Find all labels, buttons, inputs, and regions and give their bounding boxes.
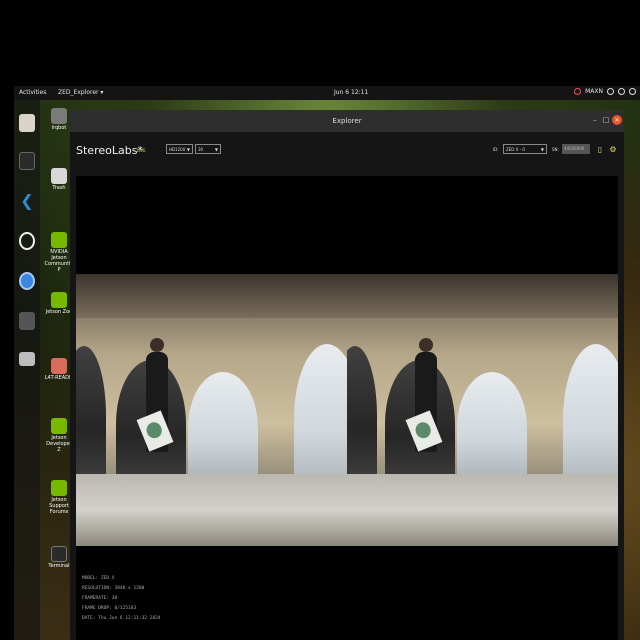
camera-select[interactable]: ZED X - 0 ▼ — [503, 144, 547, 154]
video-viewer: MODEL: ZED X RESOLUTION: 3840 x 1200 FRA… — [76, 176, 618, 640]
floor — [76, 474, 347, 546]
desktop-icon-label: Jetson Support Forums — [49, 497, 69, 515]
chromium-icon[interactable] — [19, 272, 35, 290]
info-model: MODEL: ZED X — [82, 576, 115, 581]
ceiling — [76, 274, 347, 318]
network-icon[interactable] — [607, 88, 614, 95]
chevron-down-icon: ▼ — [540, 147, 544, 152]
terminal-icon[interactable] — [19, 152, 35, 170]
nvidia-icon — [51, 480, 67, 496]
home-folder-icon — [51, 108, 67, 124]
zed-explorer-icon[interactable] — [19, 312, 35, 330]
serial-number-field: 44026000 — [562, 144, 590, 154]
minimize-button[interactable]: – — [590, 115, 600, 125]
explorer-window: Explorer – □ × StereoLabs* LIVE HD1200 ▼… — [70, 110, 624, 640]
nvidia-icon — [51, 232, 67, 248]
terminal-icon — [51, 546, 67, 562]
floor — [347, 474, 618, 546]
app-menu[interactable]: ZED_Explorer ▾ — [58, 89, 103, 96]
power-icon[interactable] — [629, 88, 636, 95]
nvidia-status-icon[interactable] — [574, 88, 582, 95]
camera-value: ZED X - 0 — [506, 147, 525, 152]
person-head — [150, 338, 164, 352]
gear-icon[interactable]: ⚙ — [608, 144, 618, 155]
vscode-icon[interactable]: ❮ — [19, 192, 35, 210]
desktop-icon-label: Terminal — [48, 563, 70, 569]
app-toolbar: StereoLabs* LIVE HD1200 ▼ 30 ▼ ID: ZED X… — [70, 132, 624, 168]
left-camera-frame — [76, 274, 347, 546]
window-titlebar[interactable]: Explorer – □ × — [70, 110, 624, 132]
power-mode[interactable]: MAXN — [585, 88, 603, 95]
desktop-icon-label: Jetson Zoo — [45, 309, 73, 315]
window-title: Explorer — [332, 117, 362, 125]
person-head — [419, 338, 433, 352]
clock[interactable]: Jun 6 12:11 — [334, 89, 368, 96]
files-icon[interactable] — [19, 114, 35, 132]
disk-icon[interactable] — [19, 352, 35, 366]
nvidia-icon — [51, 418, 67, 434]
archway — [563, 344, 618, 494]
sn-label: SN: — [552, 147, 559, 152]
desktop-icon-label: Jetson Developer Z — [46, 435, 72, 453]
live-badge: LIVE — [137, 148, 146, 153]
nvidia-icon — [51, 292, 67, 308]
archway — [294, 344, 347, 494]
brand-logo: StereoLabs* — [76, 144, 143, 157]
camera-info-panel: MODEL: ZED X RESOLUTION: 3840 x 1200 FRA… — [82, 574, 161, 624]
id-label: ID: — [493, 147, 499, 152]
camera-icon[interactable]: ▯ — [595, 144, 605, 155]
fps-value: 30 — [198, 147, 204, 152]
fps-select[interactable]: 30 ▼ — [195, 144, 221, 154]
obs-icon[interactable] — [19, 232, 35, 250]
resolution-value: HD1200 — [169, 147, 186, 152]
top-bar: Activities ZED_Explorer ▾ Jun 6 12:11 MA… — [14, 86, 640, 100]
info-date: DATE: Thu Jun 6 12:11:32 2024 — [82, 616, 161, 621]
desktop-icon-label: Trash — [52, 185, 66, 191]
desktop-icon-label: L4T-READM — [44, 375, 74, 381]
archway — [457, 372, 527, 484]
folder-icon — [51, 358, 67, 374]
activities-button[interactable]: Activities — [19, 89, 46, 96]
trash-icon — [51, 168, 67, 184]
maximize-button[interactable]: □ — [601, 115, 611, 125]
stereo-video-feed — [76, 274, 618, 546]
info-framerate: FRAMERATE: 30 — [82, 596, 118, 601]
desktop-icon-label: lrqbot — [51, 125, 67, 131]
ceiling — [347, 274, 618, 318]
info-resolution: RESOLUTION: 3840 x 1200 — [82, 586, 145, 591]
chevron-down-icon: ▼ — [214, 147, 218, 152]
archway — [76, 346, 106, 486]
info-frame-drop: FRAME DROP: 0/125183 — [82, 606, 137, 611]
close-button[interactable]: × — [612, 115, 622, 125]
resolution-select[interactable]: HD1200 ▼ — [166, 144, 193, 154]
system-tray[interactable]: MAXN — [574, 88, 636, 95]
desktop-screen: Activities ZED_Explorer ▾ Jun 6 12:11 MA… — [14, 86, 640, 640]
plant-drawing — [413, 420, 434, 441]
chevron-down-icon: ▼ — [186, 147, 190, 152]
right-camera-frame — [347, 274, 618, 546]
plant-drawing — [144, 420, 165, 441]
volume-icon[interactable] — [618, 88, 625, 95]
archway — [188, 372, 258, 484]
archway — [347, 346, 377, 486]
dock: ❮ — [14, 100, 40, 640]
